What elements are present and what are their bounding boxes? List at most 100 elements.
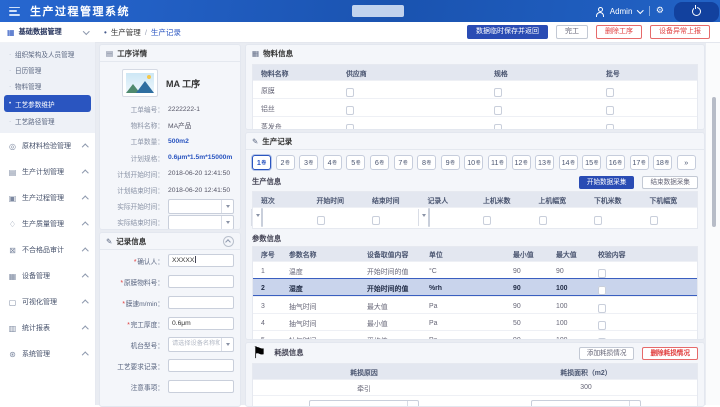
chevron-up-icon — [82, 274, 88, 280]
supplier-input[interactable] — [346, 106, 354, 115]
tab-roll-17[interactable]: 17卷 — [630, 155, 649, 170]
on-machine-width-input[interactable] — [539, 216, 547, 225]
menu-icon[interactable] — [9, 7, 20, 16]
on-machine-meters-input[interactable] — [483, 216, 491, 225]
tab-roll-5[interactable]: 5卷 — [346, 155, 365, 170]
check-value-input[interactable] — [598, 321, 606, 330]
tabs-more-button[interactable]: » — [677, 155, 696, 170]
tab-roll-6[interactable]: 6卷 — [370, 155, 389, 170]
panel-icon: ▤ — [106, 49, 113, 58]
sidebar-group-visualization[interactable]: ▢ 可视化管理 — [0, 289, 95, 315]
batch-no-input[interactable] — [606, 124, 614, 130]
spec-input[interactable] — [494, 106, 502, 115]
sidebar-group-nonconforming-audit[interactable]: ⊠ 不合格品审计 — [0, 237, 95, 263]
start-data-collect-button[interactable]: 开始数据采集 — [579, 176, 635, 189]
process-requirement-input[interactable] — [168, 359, 234, 372]
report-device-fault-button[interactable]: 设备异常上报 — [650, 25, 710, 39]
tab-roll-13[interactable]: 13卷 — [535, 155, 554, 170]
spec-input[interactable] — [494, 88, 502, 97]
chevron-down-icon — [83, 28, 89, 34]
check-value-input[interactable] — [598, 304, 606, 313]
tab-roll-7[interactable]: 7卷 — [394, 155, 413, 170]
tab-roll-10[interactable]: 10卷 — [464, 155, 483, 170]
flag-icon: ⚑ — [252, 343, 266, 363]
film-speed-input[interactable] — [168, 296, 234, 309]
tab-roll-8[interactable]: 8卷 — [417, 155, 436, 170]
off-machine-width-input[interactable] — [650, 216, 658, 225]
breadcrumb-page[interactable]: 生产记录 — [151, 27, 181, 38]
chevron-up-icon — [82, 196, 88, 202]
sidebar-item-org[interactable]: 组织架构及人员管理 — [0, 46, 95, 62]
sidebar-group-production-process[interactable]: ▣ 生产过程管理 — [0, 185, 95, 211]
machine-model-select[interactable]: 请选择设备名称和编号 — [168, 337, 234, 352]
tab-roll-1[interactable]: 1卷 — [252, 155, 271, 170]
start-time-input[interactable] — [317, 216, 325, 225]
loss-area-select[interactable] — [531, 400, 641, 407]
gear-icon[interactable]: ⚙ — [656, 7, 664, 16]
sidebar-item-material[interactable]: 物料管理 — [0, 78, 95, 94]
page-toolbar: • 生产管理 / 生产记录 数据临时保存并返回 完工 删除工序 设备异常上报 — [95, 22, 720, 43]
sidebar-group-reports[interactable]: ▥ 统计报表 — [0, 315, 95, 341]
tab-roll-15[interactable]: 15卷 — [582, 155, 601, 170]
process-image[interactable] — [122, 69, 158, 97]
actual-start-time-select[interactable] — [168, 199, 234, 214]
tab-roll-14[interactable]: 14卷 — [559, 155, 578, 170]
check-value-input[interactable] — [598, 338, 606, 340]
supplier-input[interactable] — [346, 88, 354, 97]
delete-loss-button[interactable]: 删除耗损情况 — [642, 347, 698, 360]
pencil-icon: ✎ — [252, 137, 258, 146]
shift-select[interactable]: 白班 — [261, 208, 263, 227]
sidebar-group-production-plan[interactable]: ▤ 生产计划管理 — [0, 159, 95, 185]
sidebar-item-calendar[interactable]: 日历管理 — [0, 62, 95, 78]
scrollbar-thumb[interactable] — [712, 97, 716, 227]
chevron-up-icon — [82, 248, 88, 254]
user-name[interactable]: Admin — [610, 7, 633, 16]
end-data-collect-button[interactable]: 结束数据采集 — [642, 176, 698, 189]
loss-reason-select[interactable] — [309, 400, 419, 407]
breadcrumb-section[interactable]: 生产管理 — [111, 27, 141, 38]
sidebar-group-equipment[interactable]: ▦ 设备管理 — [0, 263, 95, 289]
actual-end-time-select[interactable] — [168, 215, 234, 230]
batch-no-input[interactable] — [606, 88, 614, 97]
tab-roll-11[interactable]: 11卷 — [488, 155, 507, 170]
table-row: 原膜 — [253, 80, 697, 98]
collapse-icon[interactable] — [223, 236, 234, 247]
chevron-down-icon[interactable] — [637, 7, 643, 13]
finish-button[interactable]: 完工 — [556, 25, 588, 39]
base-film-no-input[interactable] — [168, 275, 234, 288]
breadcrumb-bullet: • — [104, 28, 107, 37]
check-value-input[interactable] — [598, 286, 606, 295]
material-info-panel: ▦ 物料信息 物料名称 供应商 规格 批号 原膜 铝丝 — [245, 44, 705, 130]
add-loss-button[interactable]: 添加耗损情况 — [579, 347, 635, 360]
save-temp-return-button[interactable]: 数据临时保存并返回 — [467, 25, 548, 39]
sidebar-group-basic-data[interactable]: ▦ 基础数据管理 — [0, 22, 95, 43]
off-machine-meters-input[interactable] — [594, 216, 602, 225]
batch-no-input[interactable] — [606, 106, 614, 115]
spec-input[interactable] — [494, 124, 502, 130]
tab-roll-12[interactable]: 12卷 — [512, 155, 531, 170]
tab-roll-3[interactable]: 3卷 — [299, 155, 318, 170]
sidebar-group-production-quality[interactable]: ♢ 生产质量管理 — [0, 211, 95, 237]
sidebar-item-process-route[interactable]: 工艺路径管理 — [0, 113, 95, 129]
gear-icon: ⊛ — [8, 350, 17, 359]
sidebar-group-raw-material-inspection[interactable]: ◎ 原材料检验管理 — [0, 133, 95, 159]
tab-roll-2[interactable]: 2卷 — [276, 155, 295, 170]
supplier-input[interactable] — [346, 124, 354, 130]
tab-roll-4[interactable]: 4卷 — [323, 155, 342, 170]
check-value-input[interactable] — [598, 269, 606, 278]
power-button[interactable] — [674, 2, 719, 22]
notes-input[interactable] — [168, 380, 234, 393]
tab-roll-16[interactable]: 16卷 — [606, 155, 625, 170]
delete-process-button[interactable]: 删除工序 — [596, 25, 642, 39]
tab-roll-9[interactable]: 9卷 — [441, 155, 460, 170]
tab-roll-18[interactable]: 18卷 — [653, 155, 672, 170]
end-time-input[interactable] — [372, 216, 380, 225]
recorder-select[interactable]: 张三 — [428, 208, 430, 227]
sidebar-item-process-params[interactable]: 工艺参数维护 — [4, 95, 91, 112]
confirmer-input[interactable]: XXXXX — [168, 254, 234, 267]
table-row-selected[interactable]: 2 湿度 开始时间的值 %rh 90 100 — [253, 278, 697, 296]
process-detail-panel: ▤ 工序详情 MA 工序 工单编号：2222222-1 物料名称：MA产品 工单… — [99, 44, 241, 230]
sidebar-group-system[interactable]: ⊛ 系统管理 — [0, 341, 95, 367]
finish-thickness-input[interactable]: 0.6μm — [168, 317, 234, 330]
section-title: 生产信息 — [252, 177, 281, 187]
